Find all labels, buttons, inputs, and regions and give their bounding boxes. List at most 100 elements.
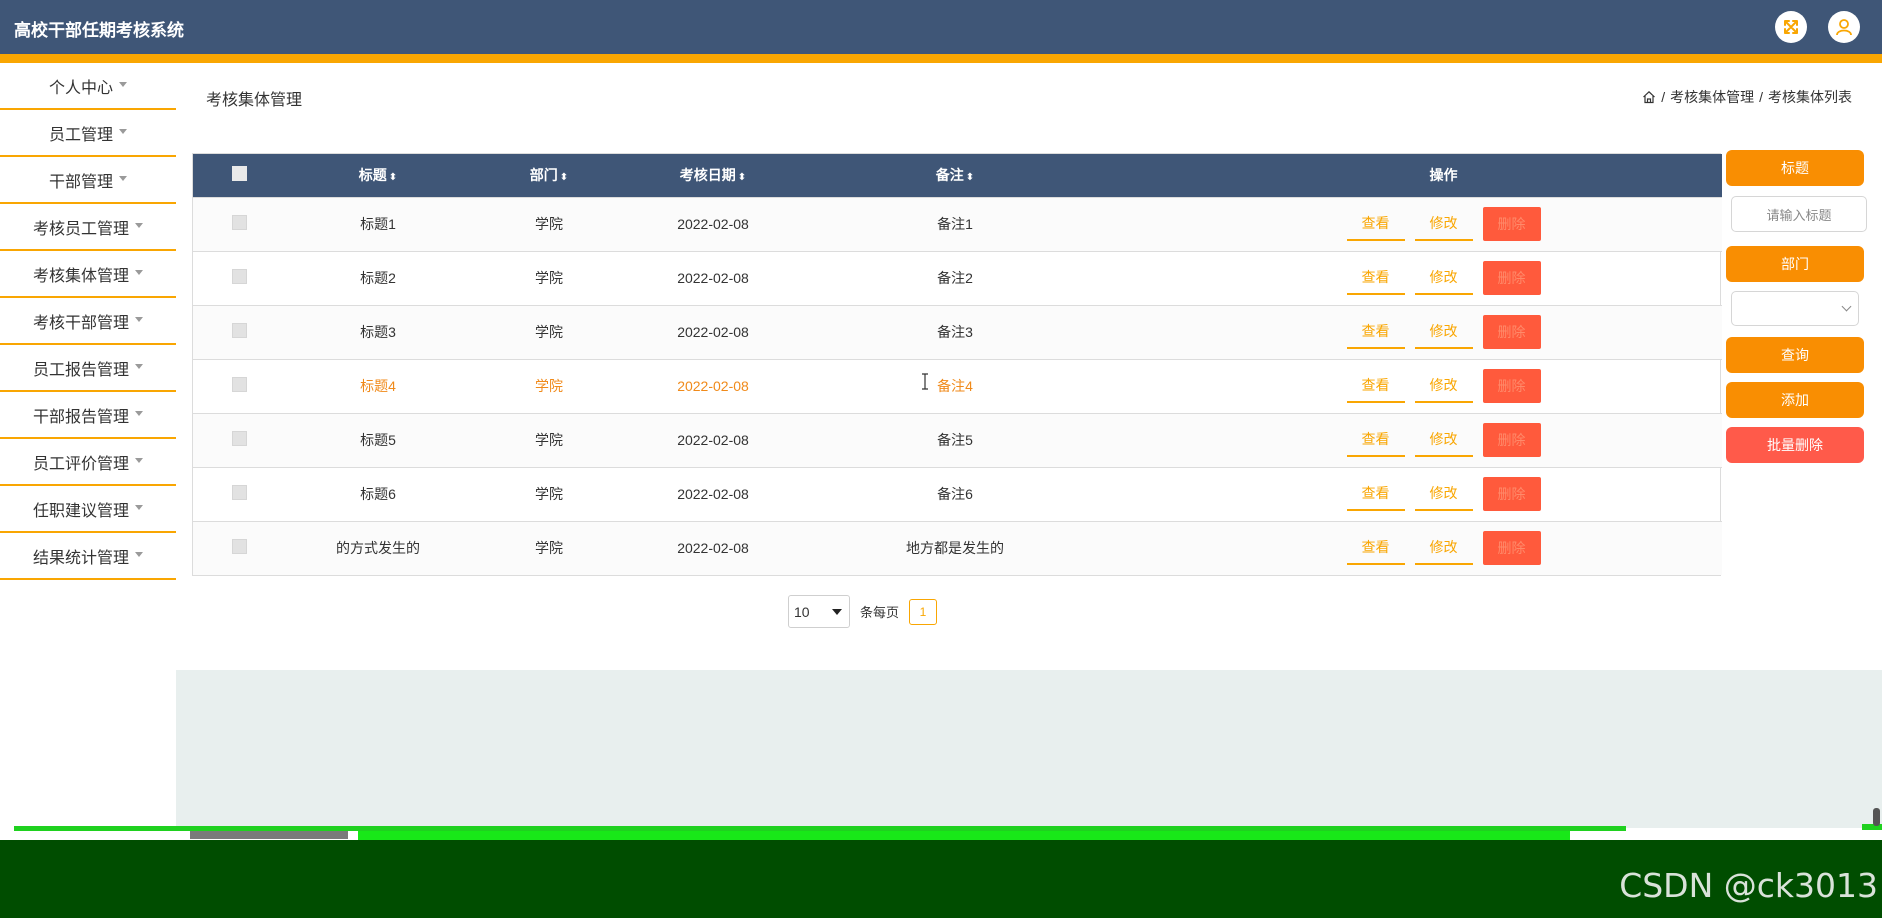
breadcrumb-item[interactable]: 考核集体管理 (1670, 87, 1754, 107)
delete-button[interactable]: 删除 (1482, 207, 1541, 241)
cell-dept: 学院 (535, 270, 563, 286)
edit-button[interactable]: 修改 (1414, 423, 1473, 457)
edit-button[interactable]: 修改 (1414, 369, 1473, 403)
user-icon[interactable] (1828, 11, 1860, 43)
sidebar-item-appointment-advice[interactable]: 任职建议管理 (0, 486, 176, 533)
view-button[interactable]: 查看 (1346, 261, 1405, 295)
sidebar-item-label: 考核集体管理 (32, 267, 129, 285)
row-checkbox[interactable] (231, 323, 247, 338)
cell-title: 标题5 (360, 432, 396, 448)
view-button[interactable]: 查看 (1346, 207, 1405, 241)
edit-button[interactable]: 修改 (1414, 315, 1473, 349)
sidebar-item-cadre-assessment[interactable]: 考核干部管理 (0, 298, 176, 345)
row-checkbox[interactable] (231, 485, 247, 500)
page-number-current[interactable]: 1 (909, 598, 938, 625)
sort-icon[interactable]: ⬍ (738, 172, 746, 183)
dept-label-button[interactable]: 部门 (1726, 246, 1864, 282)
row-checkbox[interactable] (231, 431, 247, 446)
row-checkbox[interactable] (231, 269, 247, 284)
table-row-hovered[interactable]: 标题4 学院 2022-02-08 备注4 查看 修改 删除 (193, 359, 1722, 413)
add-button[interactable]: 添加 (1726, 382, 1864, 418)
table-row[interactable]: 标题5 学院 2022-02-08 备注5 查看 修改 删除 (193, 413, 1722, 467)
edit-button[interactable]: 修改 (1414, 261, 1473, 295)
sidebar-item-label: 员工报告管理 (32, 361, 129, 379)
per-page-label: 条每页 (860, 605, 900, 620)
edit-button[interactable]: 修改 (1414, 531, 1473, 566)
table-row[interactable]: 标题3 学院 2022-02-08 备注3 查看 修改 删除 (193, 305, 1722, 359)
scrollbar-track (0, 831, 190, 840)
table-row[interactable]: 的方式发生的 学院 2022-02-08 地方都是发生的 查看 修改 删除 (193, 521, 1722, 575)
row-checkbox[interactable] (231, 539, 247, 555)
view-button[interactable]: 查看 (1346, 531, 1405, 566)
sidebar-item-personal-center[interactable]: 个人中心 (0, 63, 176, 110)
background-panel (176, 670, 1882, 828)
page-size-select[interactable]: 10 (788, 595, 850, 628)
sidebar-item-group-assessment[interactable]: 考核集体管理 (0, 251, 176, 298)
title-search-input[interactable]: 请输入标题 (1731, 196, 1867, 232)
delete-button[interactable]: 删除 (1482, 369, 1541, 403)
cell-note: 备注4 (937, 378, 973, 394)
row-checkbox[interactable] (231, 377, 247, 392)
edit-button[interactable]: 修改 (1414, 207, 1473, 241)
column-header-dept[interactable]: 部门 ⬍ (471, 154, 627, 197)
table-row[interactable]: 标题6 学院 2022-02-08 备注6 查看 修改 删除 (193, 467, 1722, 521)
column-header-title[interactable]: 标题 ⬍ (285, 154, 471, 197)
column-header-note[interactable]: 备注 ⬍ (799, 154, 1111, 197)
pagination: 10 条每页 1 (788, 595, 938, 628)
sidebar-item-employee-report[interactable]: 员工报告管理 (0, 345, 176, 392)
view-button[interactable]: 查看 (1346, 477, 1405, 511)
caret-down-icon (135, 223, 143, 228)
cell-note: 备注3 (937, 324, 973, 340)
sidebar: 个人中心 员工管理 干部管理 考核员工管理 考核集体管理 考核干部管理 员工报告… (0, 63, 176, 580)
delete-button[interactable]: 删除 (1482, 477, 1541, 511)
view-button[interactable]: 查看 (1346, 315, 1405, 349)
sidebar-item-label: 考核干部管理 (32, 314, 129, 332)
query-button[interactable]: 查询 (1726, 337, 1864, 373)
cell-note: 备注6 (937, 486, 973, 502)
edit-button[interactable]: 修改 (1414, 477, 1473, 511)
home-icon[interactable] (1642, 90, 1656, 104)
dept-select[interactable] (1731, 291, 1859, 326)
slider-handle[interactable] (1873, 808, 1880, 826)
table-row[interactable]: 标题2 学院 2022-02-08 备注2 查看 修改 删除 (193, 251, 1722, 305)
cell-title: 标题2 (360, 270, 396, 286)
scrollbar-thumb[interactable] (190, 831, 348, 839)
sidebar-item-result-stats[interactable]: 结果统计管理 (0, 533, 176, 580)
caret-down-icon (135, 411, 143, 416)
breadcrumb-item: 考核集体列表 (1768, 89, 1852, 105)
cell-dept: 学院 (535, 486, 563, 502)
table-header-row: 标题 ⬍ 部门 ⬍ 考核日期 ⬍ 备注 ⬍ 操作 (193, 154, 1722, 197)
table-row[interactable]: 标题1 学院 2022-02-08 备注1 查看 修改 删除 (193, 197, 1722, 251)
app-title: 高校干部任期考核系统 (14, 21, 184, 40)
cell-dept: 学院 (535, 378, 563, 394)
row-checkbox[interactable] (231, 215, 247, 230)
cell-dept: 学院 (535, 216, 563, 232)
sidebar-item-employee-mgmt[interactable]: 员工管理 (0, 110, 176, 157)
delete-button[interactable]: 删除 (1482, 315, 1541, 349)
cell-note: 备注2 (937, 270, 973, 286)
select-all-checkbox[interactable] (231, 166, 247, 182)
view-button[interactable]: 查看 (1346, 423, 1405, 457)
view-button[interactable]: 查看 (1346, 369, 1405, 403)
sidebar-item-label: 任职建议管理 (32, 502, 129, 520)
expand-icon[interactable] (1775, 11, 1807, 43)
batch-delete-button[interactable]: 批量删除 (1726, 427, 1864, 463)
column-header-ops: 操作 (1429, 167, 1458, 184)
data-table: 标题 ⬍ 部门 ⬍ 考核日期 ⬍ 备注 ⬍ 操作 标题1 学院 2022-02-08 备… (192, 153, 1722, 576)
watermark: CSDN @ck3013 (1619, 866, 1878, 905)
sidebar-item-cadre-report[interactable]: 干部报告管理 (0, 392, 176, 439)
delete-button[interactable]: 删除 (1482, 261, 1541, 295)
sidebar-item-employee-assessment[interactable]: 考核员工管理 (0, 204, 176, 251)
delete-button[interactable]: 删除 (1482, 423, 1541, 457)
sidebar-item-label: 干部管理 (48, 173, 113, 191)
sidebar-item-employee-evaluation[interactable]: 员工评价管理 (0, 439, 176, 486)
title-label-button[interactable]: 标题 (1726, 150, 1864, 186)
sidebar-item-cadre-mgmt[interactable]: 干部管理 (0, 157, 176, 204)
header-accent-bar (0, 54, 1882, 63)
sort-icon[interactable]: ⬍ (560, 172, 568, 183)
delete-button[interactable]: 删除 (1482, 531, 1541, 566)
column-header-date[interactable]: 考核日期 ⬍ (627, 154, 799, 197)
sort-icon[interactable]: ⬍ (966, 172, 974, 183)
cell-note: 备注5 (937, 432, 973, 448)
sort-icon[interactable]: ⬍ (389, 172, 397, 183)
